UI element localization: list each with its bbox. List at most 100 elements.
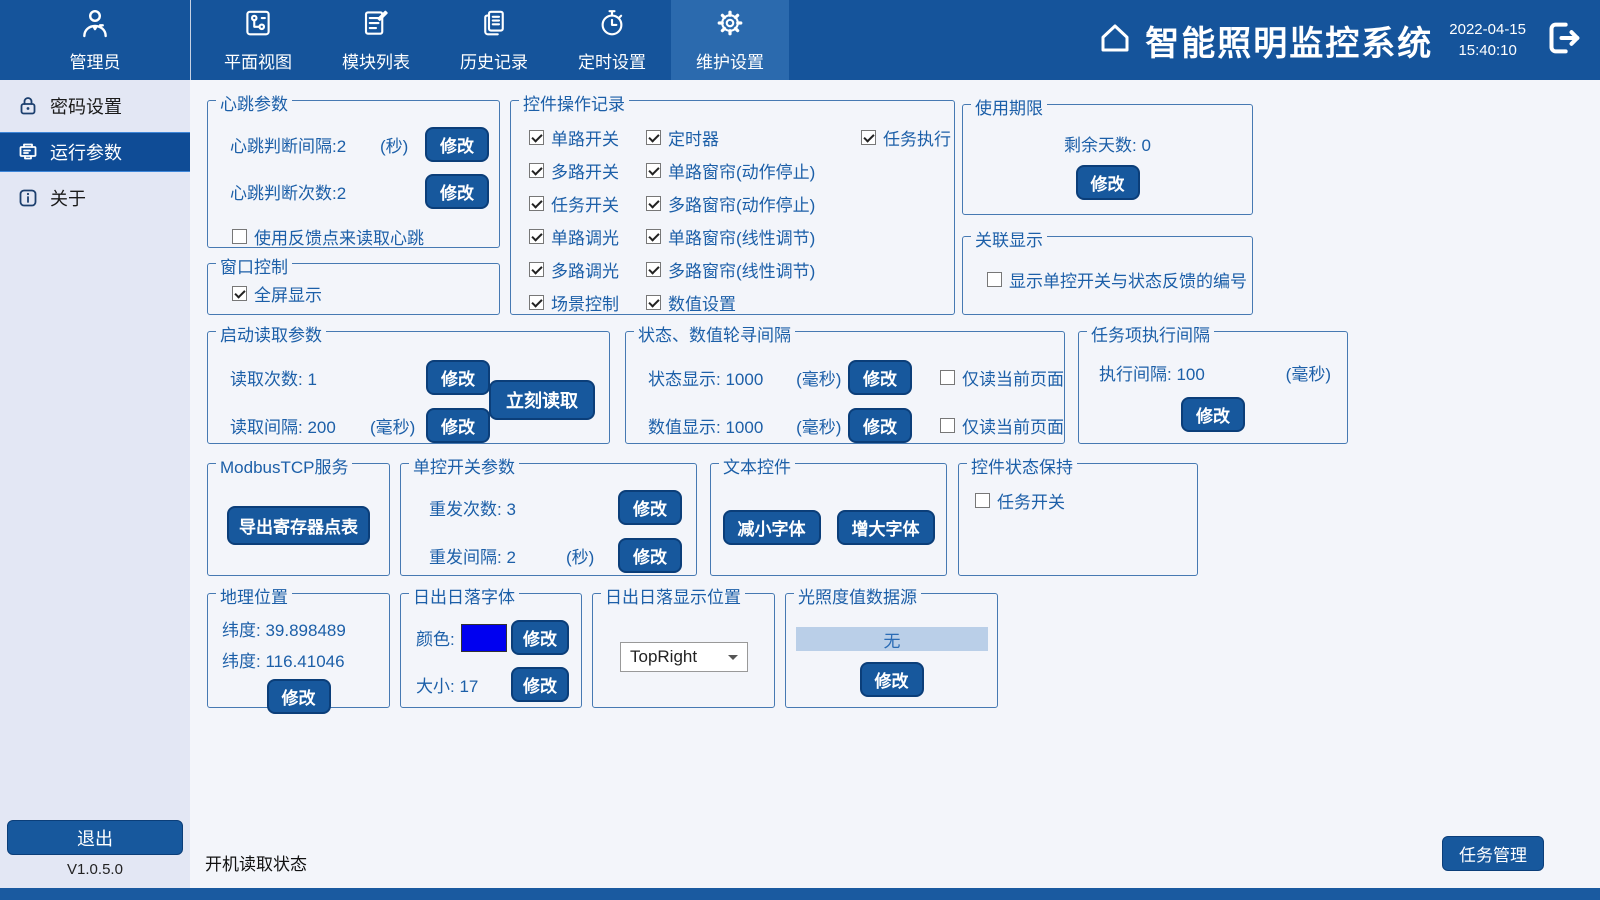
modify-button[interactable]: 修改 [1076,165,1140,200]
modify-button[interactable]: 修改 [860,662,924,697]
fullscreen-checkbox[interactable]: 全屏显示 [232,281,499,306]
app-title: 智能照明监控系统 [1145,16,1433,65]
read-now-button[interactable]: 立刻读取 [489,380,595,420]
sidebar-item-run-params[interactable]: 运行参数 [0,132,190,172]
checkbox-icon [646,163,661,178]
only-current-page-checkbox[interactable]: 仅读当前页面 [940,365,1064,390]
modify-button[interactable]: 修改 [426,408,490,443]
modify-button[interactable]: 修改 [618,490,682,525]
ops-checkbox-item[interactable]: 数值设置 [646,290,861,315]
time-text: 15:40:10 [1458,42,1516,59]
ops-checkbox-item[interactable]: 任务开关 [529,191,646,216]
run-params-icon [16,140,40,164]
modify-button[interactable]: 修改 [426,360,490,395]
feedback-heartbeat-checkbox[interactable]: 使用反馈点来读取心跳 [232,224,499,249]
group-state-keep: 控件状态保持 任务开关 [958,463,1198,576]
font-color-swatch [461,624,507,652]
ops-checkbox-item[interactable]: 单路调光 [529,224,646,249]
increase-font-button[interactable]: 增大字体 [837,510,935,545]
modify-button[interactable]: 修改 [511,667,569,702]
checkbox-icon [646,196,661,211]
datetime: 2022-04-15 15:40:10 [1449,19,1526,61]
checkbox-label: 单路开关 [551,125,619,150]
sidebar-item-password-settings[interactable]: 密码设置 [0,86,190,126]
modify-button[interactable]: 修改 [848,408,912,443]
checkbox-icon [529,196,544,211]
user-block[interactable]: 管理员 [0,0,191,80]
exec-interval-value: 执行间隔: 100 [1099,360,1205,385]
checkbox-icon [646,229,661,244]
ops-checkbox-item[interactable]: 单路窗帘(线性调节) [646,224,861,249]
checkbox-label: 场景控制 [551,290,619,315]
modify-button[interactable]: 修改 [425,127,489,162]
tab-label: 模块列表 [342,48,410,73]
checkbox-icon [646,262,661,277]
modify-button[interactable]: 修改 [1181,397,1245,432]
ops-checkbox-item[interactable]: 多路窗帘(动作停止) [646,191,861,216]
group-ops-record: 控件操作记录 单路开关 多路开关 任务开关 单路调光 多路调光 场景控制 定时器… [510,100,955,315]
task-manage-button[interactable]: 任务管理 [1442,836,1544,871]
sunrise-position-select[interactable]: TopRight [620,642,748,672]
checkbox-icon [940,418,955,433]
modify-button[interactable]: 修改 [848,360,912,395]
only-current-page-checkbox[interactable]: 仅读当前页面 [940,413,1064,438]
group-polling-interval: 状态、数值轮寻间隔 状态显示: 1000 (毫秒) 修改 仅读当前页面 数值显示… [625,331,1065,444]
checkbox-icon [861,130,876,145]
group-title: 状态、数值轮寻间隔 [634,321,795,346]
exit-button[interactable]: 退出 [7,820,183,855]
nav-tabs: 平面视图 模块列表 历史记录 [199,0,789,80]
checkbox-icon [232,286,247,301]
group-title: 文本控件 [719,453,795,478]
ops-checkbox-item[interactable]: 定时器 [646,125,861,150]
ops-checkbox-item[interactable]: 多路调光 [529,257,646,282]
group-title: 日出日落字体 [409,583,519,608]
read-count-value: 读取次数: 1 [230,365,370,390]
group-title: 光照度值数据源 [794,583,921,608]
checkbox-label: 任务执行 [883,125,951,150]
group-assoc-display: 关联显示 显示单控开关与状态反馈的编号 [962,236,1253,315]
checkbox-icon [940,370,955,385]
resend-count-value: 重发次数: 3 [429,495,566,520]
group-title: 控件状态保持 [967,453,1077,478]
group-title: 心跳参数 [216,90,292,115]
checkbox-icon [529,130,544,145]
logout-icon[interactable] [1544,18,1584,63]
group-lux-source: 光照度值数据源 无 修改 [785,593,998,708]
modify-button[interactable]: 修改 [618,538,682,573]
user-icon [79,8,111,45]
ops-checkbox-item[interactable]: 单路窗帘(动作停止) [646,158,861,183]
sidebar-item-about[interactable]: 关于 [0,178,190,218]
tab-timer-settings[interactable]: 定时设置 [553,0,671,80]
ops-checkbox-item[interactable]: 任务执行 [861,125,954,150]
checkbox-label: 多路窗帘(动作停止) [668,191,815,216]
task-switch-checkbox[interactable]: 任务开关 [975,488,1197,513]
modify-button[interactable]: 修改 [511,620,569,655]
assoc-display-checkbox[interactable]: 显示单控开关与状态反馈的编号 [987,267,1252,292]
info-icon [16,186,40,210]
tab-maintenance-settings[interactable]: 维护设置 [671,0,789,80]
ops-checkbox-item[interactable]: 单路开关 [529,125,646,150]
status-text: 开机读取状态 [205,850,307,875]
read-interval-unit: (毫秒) [370,413,426,438]
decrease-font-button[interactable]: 减小字体 [723,510,821,545]
group-modbus: ModbusTCP服务 导出寄存器点表 [207,463,390,576]
checkbox-label: 定时器 [668,125,719,150]
export-registers-button[interactable]: 导出寄存器点表 [227,506,370,545]
checkbox-label: 使用反馈点来读取心跳 [254,224,424,249]
checkbox-label: 数值设置 [668,290,736,315]
user-label: 管理员 [70,48,121,73]
ops-checkbox-item[interactable]: 场景控制 [529,290,646,315]
home-icon [1097,20,1133,61]
tab-history[interactable]: 历史记录 [435,0,553,80]
modify-button[interactable]: 修改 [267,679,331,714]
group-title: 任务项执行间隔 [1087,321,1214,346]
timer-icon [597,8,627,43]
modify-button[interactable]: 修改 [425,174,489,209]
ops-checkbox-item[interactable]: 多路开关 [529,158,646,183]
tab-module-list[interactable]: 模块列表 [317,0,435,80]
checkbox-label: 任务开关 [551,191,619,216]
ops-checkbox-item[interactable]: 多路窗帘(线性调节) [646,257,861,282]
group-text-widget: 文本控件 减小字体 增大字体 [710,463,947,576]
tab-floorplan[interactable]: 平面视图 [199,0,317,80]
heartbeat-interval-unit: (秒) [380,132,425,157]
